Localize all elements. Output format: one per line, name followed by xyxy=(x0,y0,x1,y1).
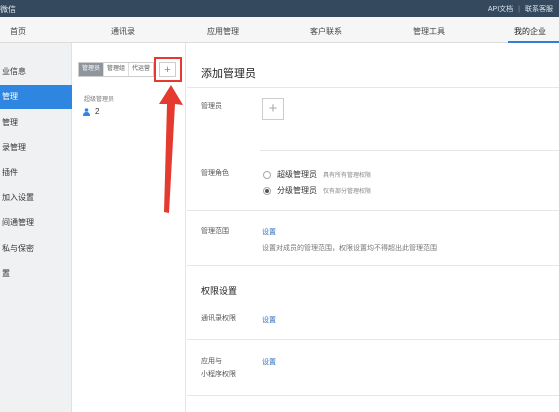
role-sub-label: 分级管理员 xyxy=(277,186,317,195)
role-option-sub[interactable]: 分级管理员 仅有部分管理权限 xyxy=(263,185,371,196)
scope-settings-link[interactable]: 设置 xyxy=(262,227,276,237)
add-admin-form: 添加管理员 管理员 + 管理角色 超级管理员 具有所有管理权限 分级管理员 仅有… xyxy=(187,43,559,412)
role-super-radio[interactable] xyxy=(263,170,271,179)
app-permission-label-line2: 小程序权限 xyxy=(201,371,236,378)
super-admin-heading: 超级管理员 xyxy=(84,97,115,103)
app-permission-label-line1: 应用与 xyxy=(201,358,222,365)
admin-label: 管理员 xyxy=(201,103,222,110)
tab-home[interactable]: 首页 xyxy=(10,26,26,37)
admin-list-panel: 管理员 管理组 代运营 + 超级管理员 2 xyxy=(73,43,186,412)
scope-label: 管理范围 xyxy=(201,228,229,235)
permissions-section-title: 权限设置 xyxy=(201,286,238,296)
sidebar-item-join-settings[interactable]: 加入设置 xyxy=(0,186,72,210)
sidebar-item-login-management[interactable]: 录管理 xyxy=(0,136,72,160)
role-super-label: 超级管理员 xyxy=(277,170,317,179)
segment-admins[interactable]: 管理员 xyxy=(79,63,105,76)
divider xyxy=(260,150,559,151)
divider xyxy=(187,339,559,340)
user-icon xyxy=(83,107,90,116)
annotation-arrow-icon xyxy=(159,85,183,213)
contacts-permission-settings-link[interactable]: 设置 xyxy=(262,315,276,325)
tab-app-management[interactable]: 应用管理 xyxy=(207,26,239,37)
sidebar-item-privacy[interactable]: 私与保密 xyxy=(0,237,72,261)
top-bar: 微信 API文档 | 联系客服 xyxy=(0,0,559,17)
sidebar: 业信息 管理 管理 录管理 插件 加入设置 间通管理 私与保密 置 xyxy=(0,43,72,412)
page-title: 添加管理员 xyxy=(201,68,256,80)
tab-contacts[interactable]: 通讯录 xyxy=(111,26,135,37)
contact-support-link[interactable]: 联系客服 xyxy=(525,6,553,13)
role-super-desc: 具有所有管理权限 xyxy=(323,173,372,179)
annotation-highlight-box xyxy=(154,57,182,82)
app-title: 微信 xyxy=(0,5,16,14)
sidebar-item-enterprise-info[interactable]: 业信息 xyxy=(0,60,72,84)
sidebar-item-settings[interactable]: 置 xyxy=(0,262,72,286)
role-sub-desc: 仅有部分管理权限 xyxy=(323,189,372,195)
select-admin-button[interactable]: + xyxy=(262,98,284,120)
divider xyxy=(187,395,559,396)
divider xyxy=(187,87,559,88)
contacts-permission-label: 通讯录权限 xyxy=(201,315,236,322)
top-links: API文档 | 联系客服 xyxy=(488,4,553,14)
api-docs-link[interactable]: API文档 xyxy=(488,6,513,13)
admin-count: 2 xyxy=(95,107,100,116)
main-nav: 首页 通讯录 应用管理 客户联系 管理工具 我的企业 xyxy=(0,17,559,43)
sidebar-item-plugins[interactable]: 插件 xyxy=(0,161,72,185)
admin-list-item[interactable]: 2 xyxy=(83,107,99,116)
role-sub-radio[interactable] xyxy=(263,186,271,195)
sidebar-item-permissions[interactable]: 管理 xyxy=(0,85,72,109)
sidebar-item-chat-management[interactable]: 管理 xyxy=(0,111,72,135)
divider xyxy=(187,265,559,266)
app-permission-settings-link[interactable]: 设置 xyxy=(262,357,276,367)
role-option-super[interactable]: 超级管理员 具有所有管理权限 xyxy=(263,169,371,180)
scope-description: 设置对成员的管理范围，权限设置均不得超出此管理范围 xyxy=(262,245,437,252)
segment-agency[interactable]: 代运营 xyxy=(129,63,153,76)
top-link-separator: | xyxy=(518,6,520,13)
sidebar-item-interconnect[interactable]: 间通管理 xyxy=(0,211,72,235)
divider xyxy=(187,210,559,211)
tab-my-enterprise[interactable]: 我的企业 xyxy=(514,26,546,37)
admin-type-tabs: 管理员 管理组 代运营 xyxy=(78,62,155,77)
tab-customer-contact[interactable]: 客户联系 xyxy=(310,26,342,37)
segment-admin-groups[interactable]: 管理组 xyxy=(104,63,130,76)
tab-management-tools[interactable]: 管理工具 xyxy=(413,26,445,37)
role-label: 管理角色 xyxy=(201,170,229,177)
